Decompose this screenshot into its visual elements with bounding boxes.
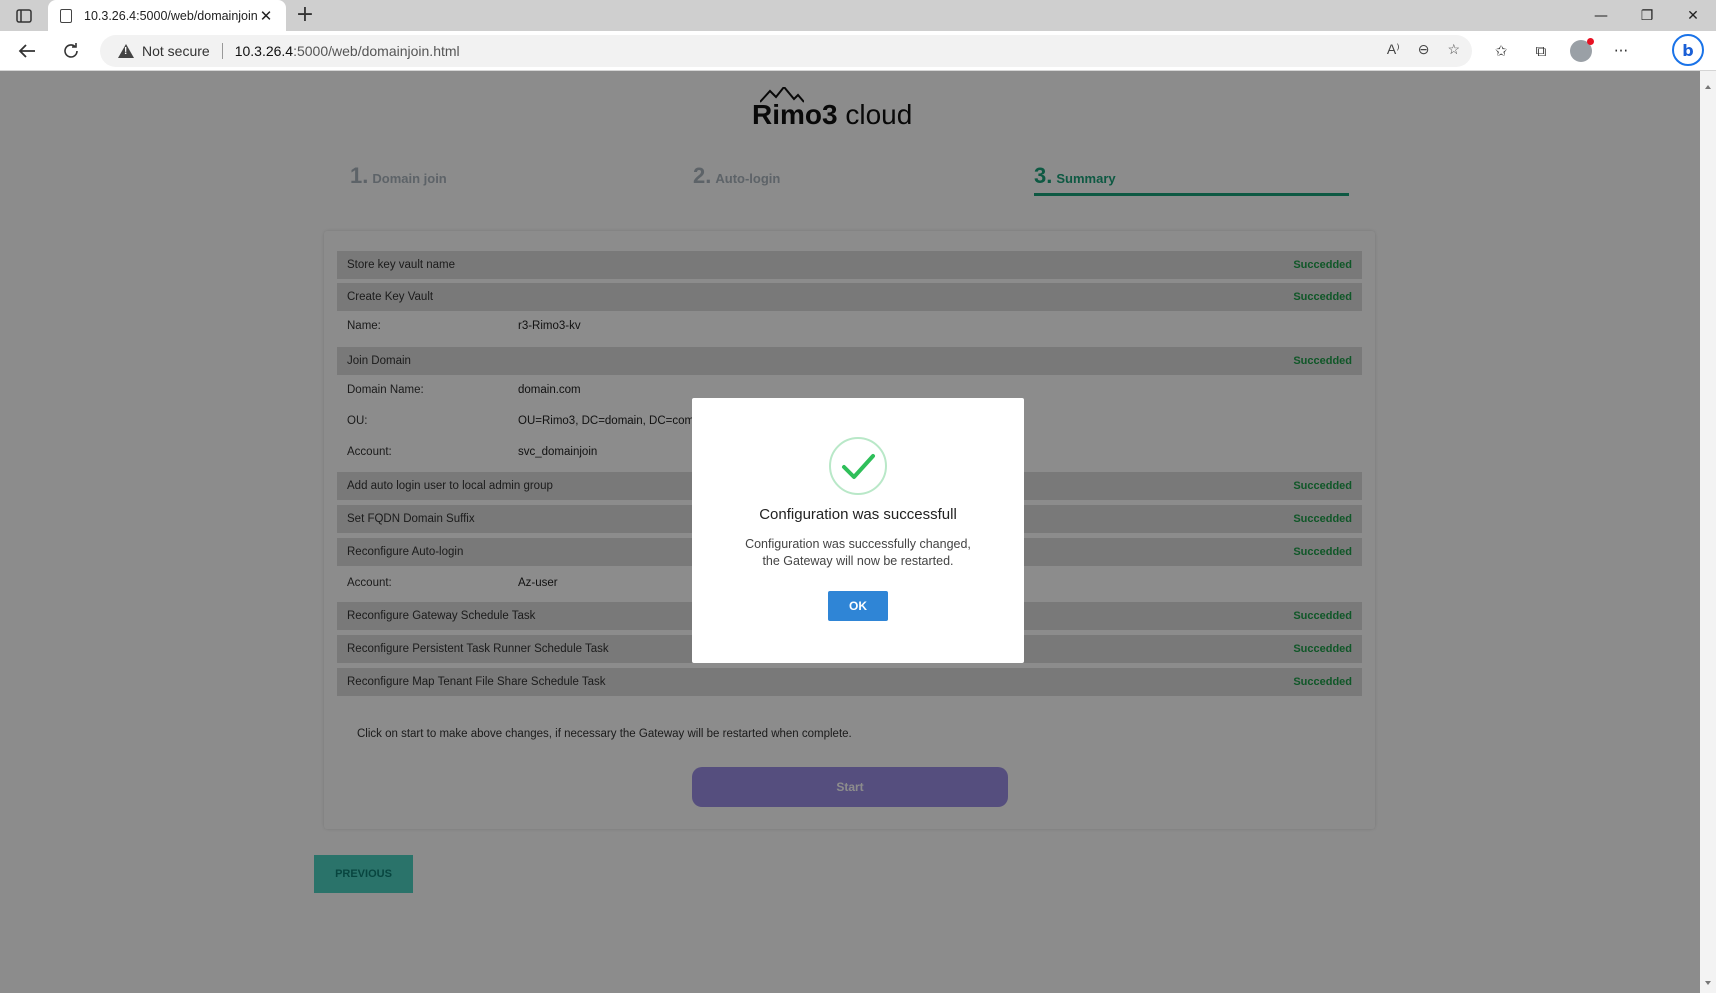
page-viewport: Rimo3 cloud 1. Domain join 2. Auto-login 3… [0,71,1716,993]
browser-tab[interactable]: 10.3.26.4:5000/web/domainjoin.h ✕ [48,0,286,31]
tab-title: 10.3.26.4:5000/web/domainjoin.h [84,8,258,23]
window-close-icon[interactable]: ✕ [1670,0,1716,31]
profile-icon[interactable] [1568,38,1594,63]
dialog-title: Configuration was successfull [759,506,957,523]
page-scrollbar[interactable] [1700,71,1716,993]
page-icon [60,8,72,23]
add-favorite-icon[interactable]: ☆ [1447,41,1460,58]
dialog-message: Configuration was successfully changed, … [745,537,971,568]
minimize-icon[interactable]: — [1578,0,1624,31]
browser-toolbar: Not secure 10.3.26.4:5000/web/domainjoin… [0,31,1716,71]
scroll-down-icon[interactable] [1705,981,1711,985]
favorites-icon[interactable]: ✩ [1488,39,1514,63]
bing-icon[interactable]: b [1672,34,1704,66]
ok-button[interactable]: OK [828,591,888,621]
not-secure-label[interactable]: Not secure [142,43,210,59]
more-icon[interactable]: ··· [1608,39,1634,63]
address-separator [221,43,223,59]
toolbar-icons: ✩ ⧉ ··· [1488,38,1634,63]
url-host: 10.3.26.4 [234,43,294,59]
address-actions: A⁾ ⊖ ☆ [1387,41,1460,58]
read-aloud-icon[interactable]: A⁾ [1387,41,1400,58]
collections-icon[interactable]: ⧉ [1528,39,1554,63]
success-dialog: Configuration was successfull Configurat… [692,398,1024,663]
back-icon[interactable] [12,38,42,64]
refresh-icon[interactable] [56,38,86,64]
new-tab-icon[interactable]: + [292,3,318,29]
zoom-out-icon[interactable]: ⊖ [1418,41,1430,58]
success-check-icon [829,437,887,495]
url-path: :5000/web/domainjoin.html [293,43,460,59]
address-bar[interactable]: Not secure 10.3.26.4:5000/web/domainjoin… [100,35,1472,67]
tab-close-icon[interactable]: ✕ [258,7,274,25]
scroll-up-icon[interactable] [1705,85,1711,89]
restore-icon[interactable]: ❐ [1624,0,1670,31]
tab-actions-icon[interactable] [10,6,38,26]
browser-tab-bar: 10.3.26.4:5000/web/domainjoin.h ✕ + — ❐ … [0,0,1716,31]
warning-icon [118,44,134,58]
